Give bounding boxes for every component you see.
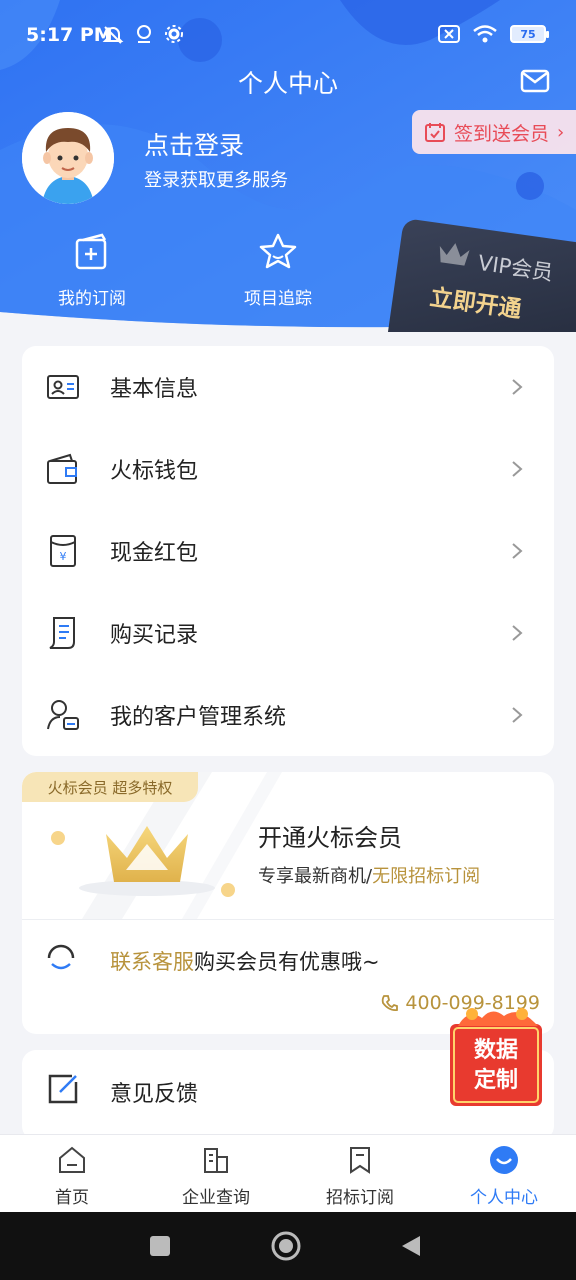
id-card-icon — [47, 375, 79, 399]
battery-level: 75 — [520, 27, 536, 41]
service-plain: 购买会员有优惠哦~ — [194, 950, 380, 974]
menu-item-basic-info[interactable]: 基本信息 — [22, 346, 554, 428]
gold-crown-icon — [106, 826, 188, 882]
quick-label: 项目追踪 — [244, 289, 312, 309]
receipt-icon — [49, 617, 75, 649]
home-icon — [59, 1146, 85, 1173]
data-custom-label: 数据 定制 — [456, 1036, 536, 1096]
member-promo-card: 火标会员 超多特权 开通火标会员 专享最新商机/无限招标订阅 联系客服购买会员有… — [22, 772, 554, 1034]
status-bar: 5:17 PM 75 — [0, 0, 576, 70]
red-packet-icon: ¥ — [50, 535, 76, 567]
gear-icon — [165, 25, 183, 43]
customer-manage-icon — [47, 700, 79, 730]
bottom-tab-bar: 首页 企业查询 招标订阅 个人中心 — [0, 1134, 576, 1212]
tab-label: 招标订阅 — [326, 1188, 394, 1208]
menu-item-wallet[interactable]: 火标钱包 — [22, 428, 554, 510]
member-sub-highlight: 无限招标订阅 — [372, 866, 481, 887]
member-sub-plain: 专享最新商机/ — [258, 866, 373, 887]
member-title[interactable]: 开通火标会员 — [258, 818, 402, 853]
tab-label: 企业查询 — [182, 1188, 250, 1208]
recents-icon[interactable] — [148, 1234, 172, 1258]
chevron-right-icon — [512, 461, 523, 477]
checkin-button[interactable]: 签到送会员 › — [412, 110, 576, 154]
crown-icon — [439, 243, 470, 266]
tab-bid-subscription[interactable]: 招标订阅 — [288, 1145, 432, 1208]
menu-card: 基本信息 火标钱包 ¥ 现金红包 购买记录 我的客户管理系统 — [22, 346, 554, 756]
menu-item-label: 购买记录 — [110, 623, 199, 648]
wallet-icon — [47, 453, 77, 484]
mail-icon[interactable] — [520, 68, 550, 94]
muted-bell-icon — [102, 26, 124, 44]
building-icon — [204, 1148, 228, 1173]
menu-item-purchase-record[interactable]: 购买记录 — [22, 592, 554, 674]
svg-text:¥: ¥ — [60, 550, 67, 563]
profile-icon — [490, 1146, 518, 1174]
divider — [22, 919, 554, 920]
menu-item-label: 现金红包 — [110, 541, 199, 566]
calendar-check-icon — [425, 123, 445, 142]
status-icons-left — [102, 24, 184, 46]
chevron-right-icon — [512, 625, 523, 641]
menu-item-red-packet[interactable]: ¥ 现金红包 — [22, 510, 554, 592]
system-nav-bar — [0, 1212, 576, 1280]
service-highlight: 联系客服 — [110, 950, 194, 974]
menu-item-label: 我的客户管理系统 — [110, 705, 287, 730]
battery-icon: 75 — [510, 25, 549, 43]
customer-service-icon — [47, 944, 75, 970]
badge-line-1: 数据 — [473, 1038, 518, 1063]
boy-avatar-icon — [22, 112, 114, 204]
tab-personal-center[interactable]: 个人中心 — [432, 1145, 576, 1208]
checkin-label: 签到送会员 — [454, 122, 550, 145]
avatar[interactable] — [22, 112, 114, 204]
bookmark-icon — [350, 1147, 370, 1174]
tab-label: 个人中心 — [470, 1188, 538, 1208]
member-tag: 火标会员 超多特权 — [22, 772, 198, 802]
wifi-icon — [473, 25, 497, 43]
home-button-icon[interactable] — [270, 1230, 302, 1262]
chevron-right-icon — [512, 379, 523, 395]
page-title: 个人中心 — [237, 69, 338, 98]
chevron-right-icon — [512, 543, 523, 559]
login-title[interactable]: 点击登录 — [144, 126, 244, 162]
member-subtitle: 专享最新商机/无限招标订阅 — [258, 862, 480, 888]
project-tracking-button[interactable]: 项目追踪 — [208, 232, 348, 309]
location-icon — [137, 25, 151, 43]
subscribe-icon — [75, 233, 107, 270]
star-icon — [259, 233, 297, 269]
status-icons-right: 75 — [438, 24, 549, 44]
menu-item-customer-manage[interactable]: 我的客户管理系统 — [22, 674, 554, 756]
quick-label: 我的订阅 — [58, 289, 126, 309]
menu-item-label: 火标钱包 — [110, 459, 199, 484]
chevron-right-icon: › — [557, 121, 565, 143]
tab-company-search[interactable]: 企业查询 — [144, 1145, 288, 1208]
menu-item-label: 基本信息 — [110, 377, 199, 402]
badge-line-2: 定制 — [473, 1068, 518, 1093]
tab-home[interactable]: 首页 — [0, 1145, 144, 1208]
my-subscription-button[interactable]: 我的订阅 — [22, 232, 162, 309]
feedback-label: 意见反馈 — [110, 1082, 199, 1107]
tab-label: 首页 — [55, 1188, 89, 1208]
profile-header: 5:17 PM 75 个人中心 签到送会员 › 点击登录 登录获取更多服务 我的… — [0, 0, 576, 332]
login-subtitle: 登录获取更多服务 — [144, 170, 288, 191]
phone-icon — [382, 995, 399, 1012]
edit-icon — [48, 1074, 78, 1104]
status-time: 5:17 PM — [26, 24, 113, 46]
back-icon[interactable] — [400, 1234, 422, 1258]
contact-service-link[interactable]: 联系客服购买会员有优惠哦~ — [110, 946, 380, 976]
chevron-right-icon — [512, 707, 523, 723]
sim-off-icon — [438, 25, 460, 43]
